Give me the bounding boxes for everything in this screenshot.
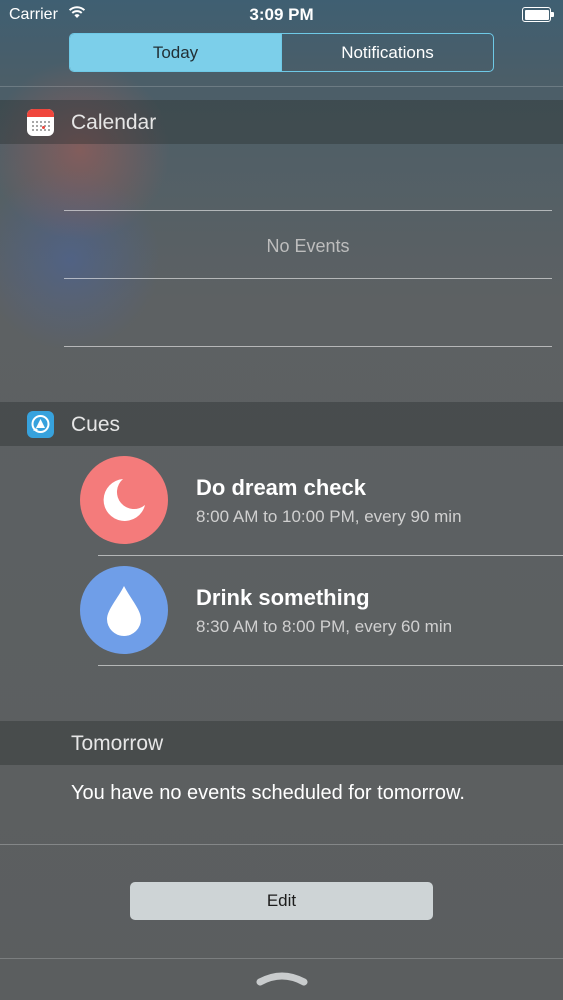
tab-notifications[interactable]: Notifications [281, 34, 493, 71]
divider [0, 86, 563, 87]
cue-schedule: 8:30 AM to 8:00 PM, every 60 min [196, 617, 453, 636]
cue-color-circle [80, 566, 168, 654]
battery-icon [522, 7, 554, 22]
moon-icon [103, 479, 145, 521]
cue-item-dream-check[interactable]: Do dream check 8:00 AM to 10:00 PM, ever… [80, 456, 563, 546]
edit-button[interactable]: Edit [130, 882, 433, 920]
calendar-title: Calendar [71, 111, 157, 134]
tomorrow-summary: You have no events scheduled for tomorro… [71, 782, 465, 804]
tab-today[interactable]: Today [70, 34, 281, 71]
divider [0, 958, 563, 959]
cues-icon [27, 411, 54, 438]
calendar-section-header[interactable]: Calendar [0, 100, 563, 144]
divider [64, 346, 552, 347]
cue-schedule: 8:00 AM to 10:00 PM, every 90 min [196, 507, 462, 526]
cues-section-header[interactable]: Cues [0, 402, 563, 446]
tomorrow-section-header: Tomorrow [0, 721, 563, 765]
status-time: 3:09 PM [249, 5, 314, 24]
cue-title: Do dream check [196, 475, 366, 500]
tomorrow-title: Tomorrow [71, 732, 164, 755]
cue-item-drink-something[interactable]: Drink something 8:30 AM to 8:00 PM, ever… [80, 566, 563, 656]
cues-title: Cues [71, 413, 121, 436]
divider [64, 278, 552, 279]
today-notifications-segmented-control: Today Notifications [69, 33, 494, 72]
status-bar: Carrier 3:09 PM [0, 0, 563, 30]
cue-color-circle [80, 456, 168, 544]
divider [0, 844, 563, 845]
cue-title: Drink something [196, 585, 370, 610]
grabber-handle-icon[interactable] [256, 968, 308, 986]
divider [64, 210, 552, 211]
calendar-icon [27, 109, 54, 136]
divider [98, 555, 563, 556]
no-events-label: No Events [266, 236, 350, 256]
water-drop-icon [107, 586, 141, 636]
divider [98, 665, 563, 666]
